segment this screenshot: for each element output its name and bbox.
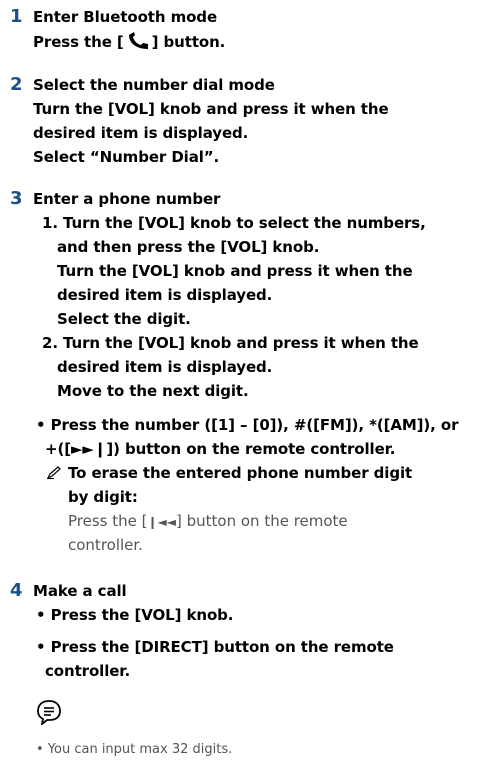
manual-page: 1 Enter Bluetooth mode Press the [ ] butt…: [0, 0, 479, 773]
note-text: • You can input max 32 digits.: [36, 742, 233, 757]
step-2-title: Select the number dial mode: [33, 76, 275, 94]
tip-text-pre: Press the [: [68, 512, 148, 530]
step-2-line: Turn the [VOL] knob and press it when th…: [33, 100, 389, 118]
step-1-title: Enter Bluetooth mode: [33, 8, 218, 26]
tip-text-line2: controller.: [68, 536, 143, 554]
step-3-sub-2-line: desired item is displayed.: [57, 358, 273, 376]
step-3-sub-1-line: Select the digit.: [57, 310, 191, 328]
step-4-bullet: • Press the [VOL] knob.: [36, 606, 234, 624]
step-2-number: 2: [10, 74, 23, 95]
step-3-sub-1-line: desired item is displayed.: [57, 286, 273, 304]
tip-title-line: by digit:: [68, 488, 138, 506]
pencil-icon: [46, 465, 62, 480]
step-4-title: Make a call: [33, 582, 127, 600]
step-3-title: Enter a phone number: [33, 190, 221, 208]
step-3-bullet-line: +([►►❙]) button on the remote controller…: [45, 440, 396, 458]
step-3-sub-2-line: Move to the next digit.: [57, 382, 249, 400]
step-3-sub-1-line: Turn the [VOL] knob and press it when th…: [57, 262, 413, 280]
step-1-instruction: Press the [ ] button.: [33, 32, 225, 51]
step-4-bullet: • Press the [DIRECT] button on the remot…: [36, 638, 394, 656]
step-3-sub-1-line: 1. Turn the [VOL] knob to select the num…: [42, 214, 426, 232]
step-2-line: desired item is displayed.: [33, 124, 249, 142]
step-3-sub-2-line: 2. Turn the [VOL] knob and press it when…: [42, 334, 419, 352]
step-4-number: 4: [10, 580, 23, 601]
step-3-bullet-line: • Press the number ([1] – [0]), #([FM]),…: [36, 416, 459, 434]
tip-title: To erase the entered phone number digit: [46, 464, 413, 482]
step-3-sub-1-line: and then press the [VOL] knob.: [57, 238, 320, 256]
prev-track-glyph: ❙◄◄: [147, 515, 176, 529]
tip-text: Press the [❙◄◄] button on the remote: [68, 512, 348, 530]
step-3-number: 3: [10, 188, 23, 209]
step-1-number: 1: [10, 6, 23, 27]
phone-handset-icon: [125, 32, 151, 50]
step-1-instruction-post: ] button.: [151, 33, 226, 51]
note-speech-icon: [36, 699, 62, 727]
step-2-line: Select “Number Dial”.: [33, 148, 220, 166]
tip-title-line: To erase the entered phone number digit: [68, 464, 413, 482]
step-1-instruction-pre: Press the [: [33, 33, 124, 51]
step-4-bullet: controller.: [45, 662, 131, 680]
tip-text-post: ] button on the remote: [176, 512, 348, 530]
